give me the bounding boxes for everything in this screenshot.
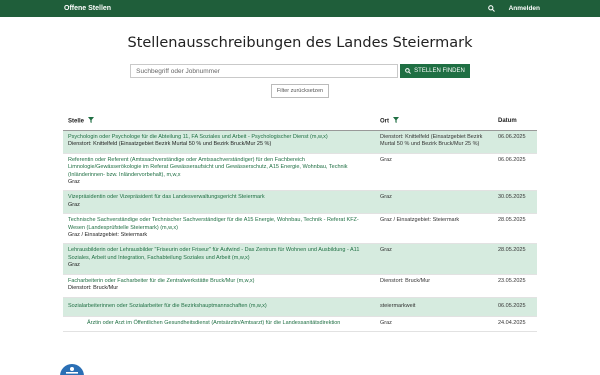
- header-ort-label: Ort: [380, 118, 389, 125]
- job-location: Graz: [68, 179, 80, 186]
- table-row[interactable]: Psychologin oder Psychologe für die Abte…: [63, 131, 537, 154]
- job-ort: Graz / Einsatzgebiet: Steiermark: [380, 217, 460, 224]
- filter-icon[interactable]: [87, 117, 94, 125]
- job-ort: Dienstort: Knittelfeld (Einsatzgebiet Be…: [380, 134, 483, 148]
- login-link[interactable]: Anmelden: [509, 5, 540, 12]
- job-date: 28.05.2025: [498, 247, 526, 254]
- table-row[interactable]: Vizepräsidentin oder Vizepräsident für d…: [63, 191, 537, 215]
- accessibility-icon[interactable]: [60, 364, 84, 375]
- job-date: 30.05.2025: [498, 194, 526, 201]
- job-date: 06.05.2025: [498, 302, 526, 309]
- job-date: 06.06.2025: [498, 156, 526, 163]
- table-row[interactable]: Sozialarbeiterinnen oder Sozialarbeiter …: [63, 297, 537, 317]
- job-title-link[interactable]: Sozialarbeiterinnen oder Sozialarbeiter …: [68, 303, 370, 310]
- job-ort: Graz: [380, 247, 392, 254]
- job-title-link[interactable]: Referentin oder Referent (Amtssachverstä…: [68, 157, 370, 179]
- job-date: 06.06.2025: [498, 134, 526, 140]
- header-ort[interactable]: Ort: [375, 117, 493, 125]
- top-navbar: Offene Stellen Anmelden: [0, 0, 600, 17]
- table-row[interactable]: Ärztin oder Arzt im Öffentlichen Gesundh…: [63, 317, 537, 333]
- filter-icon[interactable]: [392, 117, 399, 125]
- job-ort: Graz: [380, 319, 392, 326]
- table-row[interactable]: Technische Sachverständige oder Technisc…: [63, 214, 537, 245]
- search-input[interactable]: [130, 64, 399, 78]
- job-title-link[interactable]: Vizepräsidentin oder Vizepräsident für d…: [68, 194, 370, 201]
- search-icon: [405, 68, 412, 74]
- job-title-link[interactable]: Facharbeiterin oder Facharbeiter für die…: [68, 278, 370, 285]
- job-ort: Graz: [380, 156, 392, 163]
- job-location: Graz: [68, 201, 80, 208]
- header-stelle[interactable]: Stelle: [63, 117, 375, 125]
- search-submit-label: STELLEN FINDEN: [414, 68, 465, 74]
- job-title-link[interactable]: Ärztin oder Arzt im Öffentlichen Gesundh…: [87, 320, 370, 327]
- nav-brand-link[interactable]: Offene Stellen: [64, 5, 111, 12]
- job-date: 24.04.2025: [498, 319, 526, 326]
- job-location: Dienstort: Knittelfeld (Einsatzgebiet Be…: [68, 141, 272, 148]
- job-ort: Graz: [380, 194, 392, 201]
- table-row[interactable]: Referentin oder Referent (Amtssachverstä…: [63, 154, 537, 192]
- header-stelle-label: Stelle: [68, 118, 85, 125]
- header-datum[interactable]: Datum: [493, 118, 537, 124]
- search-icon[interactable]: [487, 4, 497, 14]
- job-title-link[interactable]: Psychologin oder Psychologe für die Abte…: [68, 134, 370, 141]
- job-location: Graz / Einsatzgebiet: Steiermark: [68, 232, 148, 239]
- job-title-link[interactable]: Lehrausbilderin oder Lehrausbilder "Fris…: [68, 247, 370, 262]
- table-row[interactable]: Lehrausbilderin oder Lehrausbilder "Fris…: [63, 244, 537, 275]
- job-date: 28.05.2025: [498, 217, 526, 224]
- job-ort: Dienstort: Bruck/Mur: [380, 277, 431, 284]
- job-location: Graz: [68, 262, 80, 269]
- job-ort: steiermarkweit: [380, 302, 416, 309]
- job-table: Stelle Ort Datum Psychologin oder Psycho…: [63, 112, 537, 333]
- reset-filter-button[interactable]: Filter zurücksetzen: [270, 84, 330, 98]
- job-date: 23.05.2025: [498, 277, 526, 284]
- search-submit-button[interactable]: STELLEN FINDEN: [400, 64, 470, 78]
- job-location: Dienstort: Bruck/Mur: [68, 285, 119, 292]
- table-row[interactable]: Facharbeiterin oder Facharbeiter für die…: [63, 275, 537, 298]
- page-title: Stellenausschreibungen des Landes Steier…: [127, 35, 473, 51]
- search-bar: STELLEN FINDEN: [0, 64, 600, 78]
- table-header: Stelle Ort Datum: [63, 112, 537, 131]
- job-title-link[interactable]: Technische Sachverständige oder Technisc…: [68, 217, 370, 232]
